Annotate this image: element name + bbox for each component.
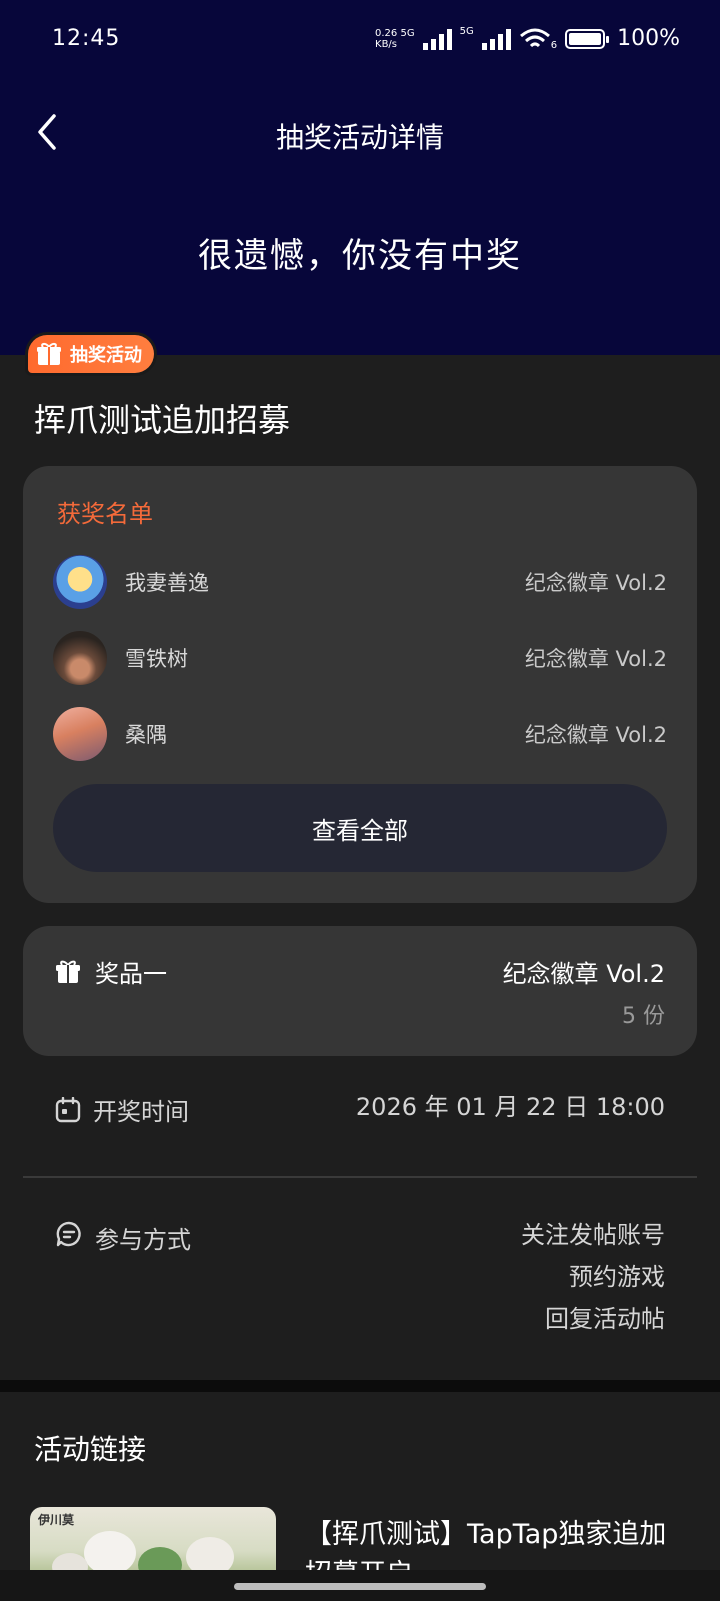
lottery-badge: 抽奖活动: [28, 335, 154, 373]
divider: [23, 1176, 697, 1178]
chat-icon: [56, 1221, 81, 1247]
winner-prize: 纪念徽章 Vol.2: [524, 571, 667, 595]
prize-label-group: 奖品一: [55, 954, 167, 989]
winner-row[interactable]: 我妻善逸 纪念徽章 Vol.2: [53, 554, 667, 610]
calendar-icon: [55, 1096, 81, 1122]
draw-time-value: 2026 年 01 月 22 日 18:00: [355, 1093, 665, 1121]
header: 12:45 0.26 5G KB/s 5G 6 100% 抽奖活动详情 很遗憾，…: [0, 0, 720, 355]
lottery-result: 很遗憾，你没有中奖: [198, 236, 522, 276]
badge-label: 抽奖活动: [70, 345, 142, 366]
winner-row[interactable]: 桑隅 纪念徽章 Vol.2: [53, 706, 667, 762]
winner-prize: 纪念徽章 Vol.2: [524, 647, 667, 671]
home-indicator[interactable]: [234, 1583, 486, 1590]
section-separator: [0, 1380, 720, 1392]
avatar: [53, 555, 107, 609]
winner-name: 我妻善逸: [125, 571, 209, 595]
winners-label: 获奖名单: [57, 500, 153, 528]
winner-name: 桑隅: [125, 723, 167, 747]
avatar: [53, 707, 107, 761]
participation-methods: 关注发帖账号 预约游戏 回复活动帖: [521, 1214, 665, 1340]
prize-quantity: 5 份: [622, 1004, 665, 1029]
gift-icon: [56, 960, 80, 983]
page-title: 抽奖活动详情: [275, 121, 444, 154]
participation-label: 参与方式: [95, 1226, 191, 1254]
participation-row: 参与方式 关注发帖账号 预约游戏 回复活动帖: [55, 1214, 665, 1340]
wifi-label: 6: [550, 40, 558, 51]
event-title: 挥爪测试追加招募: [34, 401, 291, 439]
participation-label-group: 参与方式: [55, 1214, 521, 1340]
battery-percent: 100%: [617, 26, 680, 51]
clock: 12:45: [52, 26, 121, 51]
prize-name: 纪念徽章 Vol.2: [502, 960, 665, 988]
draw-time-label-group: 开奖时间: [55, 1092, 356, 1127]
participation-method: 预约游戏: [569, 1263, 665, 1291]
signal-2-icon: [481, 28, 511, 50]
winners-card: 获奖名单 我妻善逸 纪念徽章 Vol.2 雪铁树 纪念徽章 Vol.2 桑隅 纪…: [23, 466, 697, 903]
links-title: 活动链接: [34, 1433, 147, 1466]
participation-method: 回复活动帖: [545, 1305, 665, 1333]
prize-card: 奖品一 纪念徽章 Vol.2 5 份: [23, 926, 697, 1056]
draw-time-row: 开奖时间 2026 年 01 月 22 日 18:00: [55, 1092, 665, 1127]
signal-1-icon: [422, 28, 452, 50]
winner-prize: 纪念徽章 Vol.2: [524, 723, 667, 747]
prize-label: 奖品一: [95, 960, 167, 988]
gesture-bar: [0, 1570, 720, 1601]
battery-icon: [565, 28, 610, 49]
participation-method: 关注发帖账号: [521, 1221, 665, 1249]
sim2-label: 5G: [459, 26, 474, 37]
wifi-icon: [519, 28, 550, 47]
status-bar: 12:45 0.26 5G KB/s 5G 6 100%: [0, 24, 720, 56]
status-icons: 0.26 5G KB/s 5G 6 100%: [375, 26, 680, 51]
winner-name: 雪铁树: [125, 647, 188, 671]
draw-time-label: 开奖时间: [93, 1098, 189, 1126]
gift-icon: [37, 343, 61, 365]
net-speed: 0.26 5G KB/s: [375, 27, 415, 50]
winner-row[interactable]: 雪铁树 纪念徽章 Vol.2: [53, 630, 667, 686]
avatar: [53, 631, 107, 685]
view-all-button[interactable]: 查看全部: [53, 784, 667, 872]
